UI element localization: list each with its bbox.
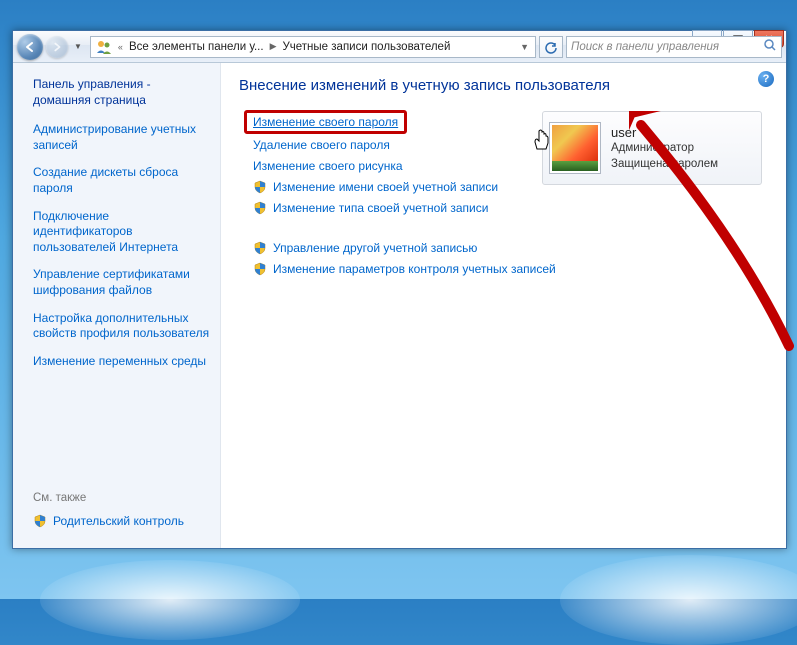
shield-icon <box>253 262 267 276</box>
breadcrumb[interactable]: « Все элементы панели у... ▶ Учетные зап… <box>90 36 536 58</box>
main-pane: ? Внесение изменений в учетную запись по… <box>221 63 786 548</box>
search-input[interactable]: Поиск в панели управления <box>566 36 782 58</box>
page-title: Внесение изменений в учетную запись поль… <box>239 77 768 94</box>
task-label: Удаление своего пароля <box>253 138 390 152</box>
shield-icon <box>33 514 47 528</box>
breadcrumb-seg2[interactable]: Учетные записи пользователей <box>279 41 453 53</box>
task-manage-other[interactable]: Управление другой учетной записью <box>253 241 768 255</box>
task-list-2: Управление другой учетной записью Измене… <box>253 241 768 276</box>
task-label: Изменение параметров контроля учетных за… <box>273 262 556 276</box>
task-label: Изменение типа своей учетной записи <box>273 201 488 215</box>
avatar-image <box>552 125 598 171</box>
content-area: Панель управления - домашняя страница Ад… <box>13 63 786 548</box>
user-status: Защищена паролем <box>611 157 718 173</box>
sidebar: Панель управления - домашняя страница Ад… <box>13 63 221 548</box>
task-label: Изменение своего пароля <box>253 115 398 129</box>
shield-icon <box>253 180 267 194</box>
control-panel-window: ▼ « Все элементы панели у... ▶ Учетные з… <box>12 30 787 549</box>
task-label: Управление другой учетной записью <box>273 241 477 255</box>
back-button[interactable] <box>17 34 43 60</box>
user-name: user <box>611 124 718 142</box>
user-card: user Администратор Защищена паролем <box>542 111 762 185</box>
user-role: Администратор <box>611 141 718 157</box>
parental-control-link[interactable]: Родительский контроль <box>33 514 210 528</box>
shield-icon <box>253 201 267 215</box>
user-info: user Администратор Защищена паролем <box>611 124 718 173</box>
task-label: Изменение имени своей учетной записи <box>273 180 498 194</box>
history-dropdown-icon[interactable]: ▼ <box>71 42 85 51</box>
forward-button[interactable] <box>46 36 68 58</box>
sidebar-link-profile-props[interactable]: Настройка дополнительных свойств профиля… <box>33 311 210 342</box>
sidebar-link-reset-disk[interactable]: Создание дискеты сброса пароля <box>33 165 210 196</box>
sidebar-footer: См. также Родительский контроль <box>33 492 210 538</box>
bc-chevron-icon: ▶ <box>267 41 280 52</box>
user-accounts-icon <box>95 38 113 56</box>
see-also-label: См. также <box>33 492 210 504</box>
breadcrumb-seg1[interactable]: Все элементы панели у... <box>126 41 267 53</box>
sidebar-link-online-ids[interactable]: Подключение идентификаторов пользователе… <box>33 209 210 256</box>
nav-bar: ▼ « Все элементы панели у... ▶ Учетные з… <box>13 31 786 63</box>
task-uac-settings[interactable]: Изменение параметров контроля учетных за… <box>253 262 768 276</box>
parental-control-label: Родительский контроль <box>53 514 184 528</box>
avatar <box>549 122 601 174</box>
task-change-type[interactable]: Изменение типа своей учетной записи <box>253 201 768 215</box>
search-icon <box>763 38 777 55</box>
sidebar-link-env-vars[interactable]: Изменение переменных среды <box>33 354 210 370</box>
bc-dropdown-icon[interactable]: ▼ <box>514 42 535 52</box>
task-change-password[interactable]: Изменение своего пароля <box>244 110 407 134</box>
task-label: Изменение своего рисунка <box>253 159 403 173</box>
refresh-button[interactable] <box>539 36 563 58</box>
sidebar-link-certificates[interactable]: Управление сертификатами шифрования файл… <box>33 267 210 298</box>
bc-chevron-icon: « <box>115 42 126 52</box>
search-placeholder: Поиск в панели управления <box>571 41 719 53</box>
shield-icon <box>253 241 267 255</box>
sidebar-link-admin[interactable]: Администрирование учетных записей <box>33 122 210 153</box>
help-icon[interactable]: ? <box>758 71 774 87</box>
sidebar-home-link[interactable]: Панель управления - домашняя страница <box>33 77 210 108</box>
